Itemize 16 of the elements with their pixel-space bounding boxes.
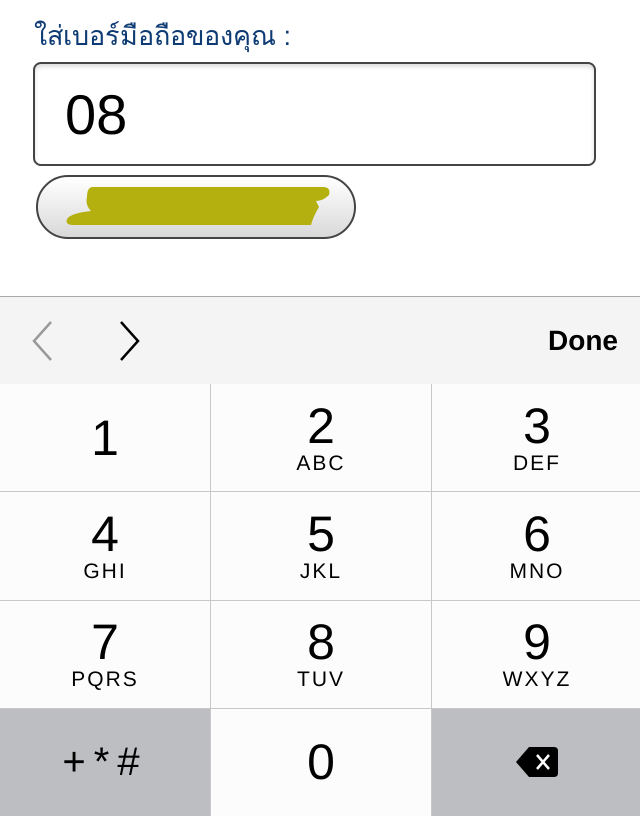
- digit-key[interactable]: 5 JKL: [211, 492, 431, 600]
- field-label: ใส่เบอร์มือถือของคุณ :: [34, 20, 292, 54]
- done-button[interactable]: Done: [548, 324, 618, 356]
- symbols-key[interactable]: +*#: [0, 708, 210, 816]
- digit-key[interactable]: 2 ABC: [211, 384, 431, 492]
- digit-key[interactable]: 9 WXYZ: [432, 600, 640, 708]
- delete-key[interactable]: [432, 708, 640, 816]
- digit-key[interactable]: 4 GHI: [0, 492, 210, 600]
- digit-key[interactable]: 8 TUV: [211, 600, 431, 708]
- digit-key[interactable]: 7 PQRS: [0, 600, 210, 708]
- phone-input-field[interactable]: 08: [33, 62, 596, 166]
- digit-key[interactable]: 1: [0, 384, 210, 492]
- digit-key[interactable]: 6 MNO: [432, 492, 640, 600]
- digit-key[interactable]: 0: [211, 708, 431, 816]
- digit-key[interactable]: 3 DEF: [432, 384, 640, 492]
- backspace-icon: [515, 746, 559, 778]
